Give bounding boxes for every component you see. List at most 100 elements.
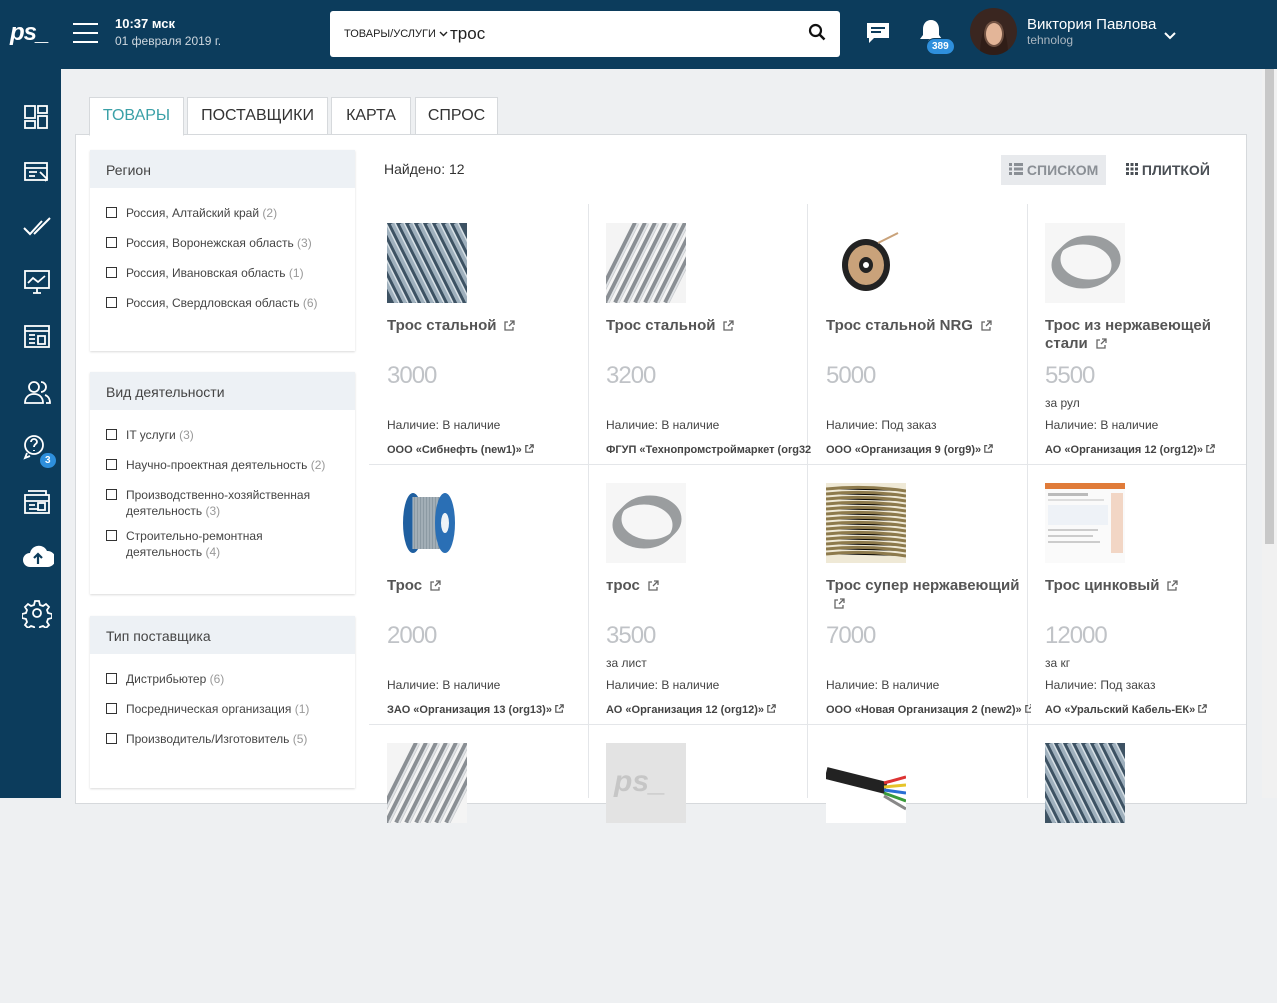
product-image[interactable] <box>1045 743 1125 823</box>
supplier-link[interactable]: ЗАО «Организация 13 (org13)» <box>387 704 592 717</box>
external-link-icon[interactable] <box>984 444 993 453</box>
tab-goods[interactable]: ТОВАРЫ <box>89 97 184 136</box>
checkbox[interactable] <box>106 429 117 440</box>
menu-toggle-button[interactable] <box>73 23 98 43</box>
product-card[interactable]: Трос стальной 3000 Наличие: В наличие ООО «… <box>387 223 606 483</box>
catalog-icon[interactable] <box>22 323 54 355</box>
view-list-button[interactable]: СПИСКОМ <box>1001 155 1107 185</box>
product-title[interactable]: Трос цинковый <box>1045 577 1245 595</box>
product-image[interactable] <box>826 483 906 563</box>
external-link-icon[interactable] <box>1198 704 1207 713</box>
product-card[interactable]: Трос цинковый 12000 за кг Наличие: Под зака… <box>1045 483 1264 743</box>
product-title[interactable]: Трос <box>387 577 587 595</box>
search-button[interactable] <box>808 23 830 45</box>
product-image[interactable] <box>387 483 467 563</box>
checkbox[interactable] <box>106 207 117 218</box>
external-link-icon[interactable] <box>1167 580 1179 591</box>
supplier-link[interactable]: ООО «Новая Организация 2 (new2)» <box>826 704 1031 717</box>
search-category-select[interactable]: ТОВАРЫ/УСЛУГИ <box>344 28 448 40</box>
filter-option[interactable]: Дистрибьютер (6) <box>106 671 336 687</box>
scrollbar[interactable] <box>1262 69 1277 798</box>
filter-option[interactable]: Научно-проектная деятельность (2) <box>106 457 336 473</box>
checkbox[interactable] <box>106 267 117 278</box>
product-card[interactable]: Трос супер нержавеющий 7000 Наличие: В нал… <box>826 483 1045 743</box>
product-image[interactable] <box>1045 483 1125 563</box>
product-image[interactable] <box>1045 223 1125 303</box>
product-card[interactable]: Трос стальной 3200 Наличие: В наличие ФГУП … <box>606 223 825 483</box>
notifications-button[interactable]: 389 <box>918 18 955 55</box>
external-link-icon[interactable] <box>723 320 735 331</box>
checkbox[interactable] <box>106 237 117 248</box>
external-link-icon[interactable] <box>1024 704 1031 713</box>
supplier-link[interactable]: АО «Уральский Кабель-ЕК» <box>1045 704 1250 717</box>
supplier-link[interactable]: АО «Организация 12 (org12)» <box>1045 444 1250 457</box>
checkbox[interactable] <box>106 530 117 541</box>
product-card[interactable]: трос 3500 за лист Наличие: В наличие АО «Орг… <box>606 483 825 743</box>
filter-option[interactable]: Производитель/Изготовитель (5) <box>106 731 336 747</box>
settings-icon[interactable] <box>21 598 54 632</box>
filter-option[interactable]: Производственно-хозяйственная деятельнос… <box>106 487 321 519</box>
tab-map[interactable]: КАРТА <box>331 97 411 135</box>
product-card[interactable]: Трос 2000 Наличие: В наличие ЗАО «Организац… <box>387 483 606 743</box>
checkbox[interactable] <box>106 459 117 470</box>
dashboard-icon[interactable] <box>22 103 54 135</box>
checkbox[interactable] <box>106 297 117 308</box>
product-title[interactable]: Трос стальной <box>387 317 587 335</box>
product-card[interactable]: ps_ <box>606 743 825 1003</box>
product-image[interactable] <box>387 223 467 303</box>
support-icon[interactable]: 3 <box>22 433 57 469</box>
monitor-icon[interactable] <box>22 268 54 300</box>
external-link-icon[interactable] <box>1096 338 1107 349</box>
product-title[interactable]: Трос стальной <box>606 317 806 335</box>
external-link-icon[interactable] <box>648 580 659 591</box>
checkbox[interactable] <box>106 703 117 714</box>
filter-option[interactable]: Россия, Ивановская область (1) <box>106 265 336 281</box>
filter-option[interactable]: IT услуги (3) <box>106 427 336 443</box>
scrollbar-thumb[interactable] <box>1265 69 1274 544</box>
documents-icon[interactable] <box>22 488 54 520</box>
avatar[interactable] <box>970 8 1017 55</box>
user-menu-toggle[interactable] <box>1164 27 1176 45</box>
supplier-link[interactable]: ФГУП «Технопромстроймаркет (org32)» <box>606 444 811 457</box>
orders-icon[interactable] <box>22 158 54 190</box>
filter-option[interactable]: Строительно-ремонтная деятельность (4) <box>106 528 276 560</box>
filter-option[interactable]: Россия, Алтайский край (2) <box>106 205 336 221</box>
external-link-icon[interactable] <box>524 444 534 453</box>
user-name[interactable]: Виктория Павлова <box>1027 16 1156 33</box>
logo[interactable]: ps_ <box>10 19 49 47</box>
messages-button[interactable] <box>865 21 891 50</box>
filter-option[interactable]: Россия, Свердловская область (6) <box>106 295 336 311</box>
approvals-icon[interactable] <box>22 213 54 245</box>
product-card[interactable] <box>826 743 1045 1003</box>
product-card[interactable] <box>387 743 606 1003</box>
external-link-icon[interactable] <box>981 320 992 331</box>
filter-option[interactable]: Россия, Воронежская область (3) <box>106 235 336 251</box>
upload-icon[interactable] <box>22 543 56 575</box>
product-image[interactable] <box>826 223 906 303</box>
product-card[interactable] <box>1045 743 1264 1003</box>
search-input[interactable] <box>450 20 790 48</box>
checkbox[interactable] <box>106 733 117 744</box>
product-image[interactable] <box>606 223 686 303</box>
external-link-icon[interactable] <box>504 320 516 331</box>
supplier-link[interactable]: АО «Организация 12 (org12)» <box>606 704 811 717</box>
product-title[interactable]: трос <box>606 577 806 595</box>
external-link-icon[interactable] <box>555 704 564 713</box>
supplier-link[interactable]: ООО «Сибнефть (new1)» <box>387 444 592 457</box>
external-link-icon[interactable] <box>767 704 776 713</box>
product-card[interactable]: Трос из нержавеющей стали 5500 за рул Налич… <box>1045 223 1264 483</box>
product-image[interactable] <box>387 743 467 823</box>
external-link-icon[interactable] <box>1206 444 1215 453</box>
filter-option[interactable]: Посредническая организация (1) <box>106 701 336 717</box>
supplier-link[interactable]: ООО «Организация 9 (org9)» <box>826 444 1031 457</box>
product-title[interactable]: Трос из нержавеющей стали <box>1045 317 1245 353</box>
product-title[interactable]: Трос стальной NRG <box>826 317 1026 335</box>
external-link-icon[interactable] <box>430 580 441 591</box>
product-image[interactable] <box>826 743 906 823</box>
checkbox[interactable] <box>106 489 117 500</box>
tab-demand[interactable]: СПРОС <box>415 97 498 135</box>
external-link-icon[interactable] <box>834 598 845 609</box>
product-card[interactable]: Трос стальной NRG 5000 Наличие: Под заказ О… <box>826 223 1045 483</box>
checkbox[interactable] <box>106 673 117 684</box>
users-icon[interactable] <box>22 378 54 410</box>
